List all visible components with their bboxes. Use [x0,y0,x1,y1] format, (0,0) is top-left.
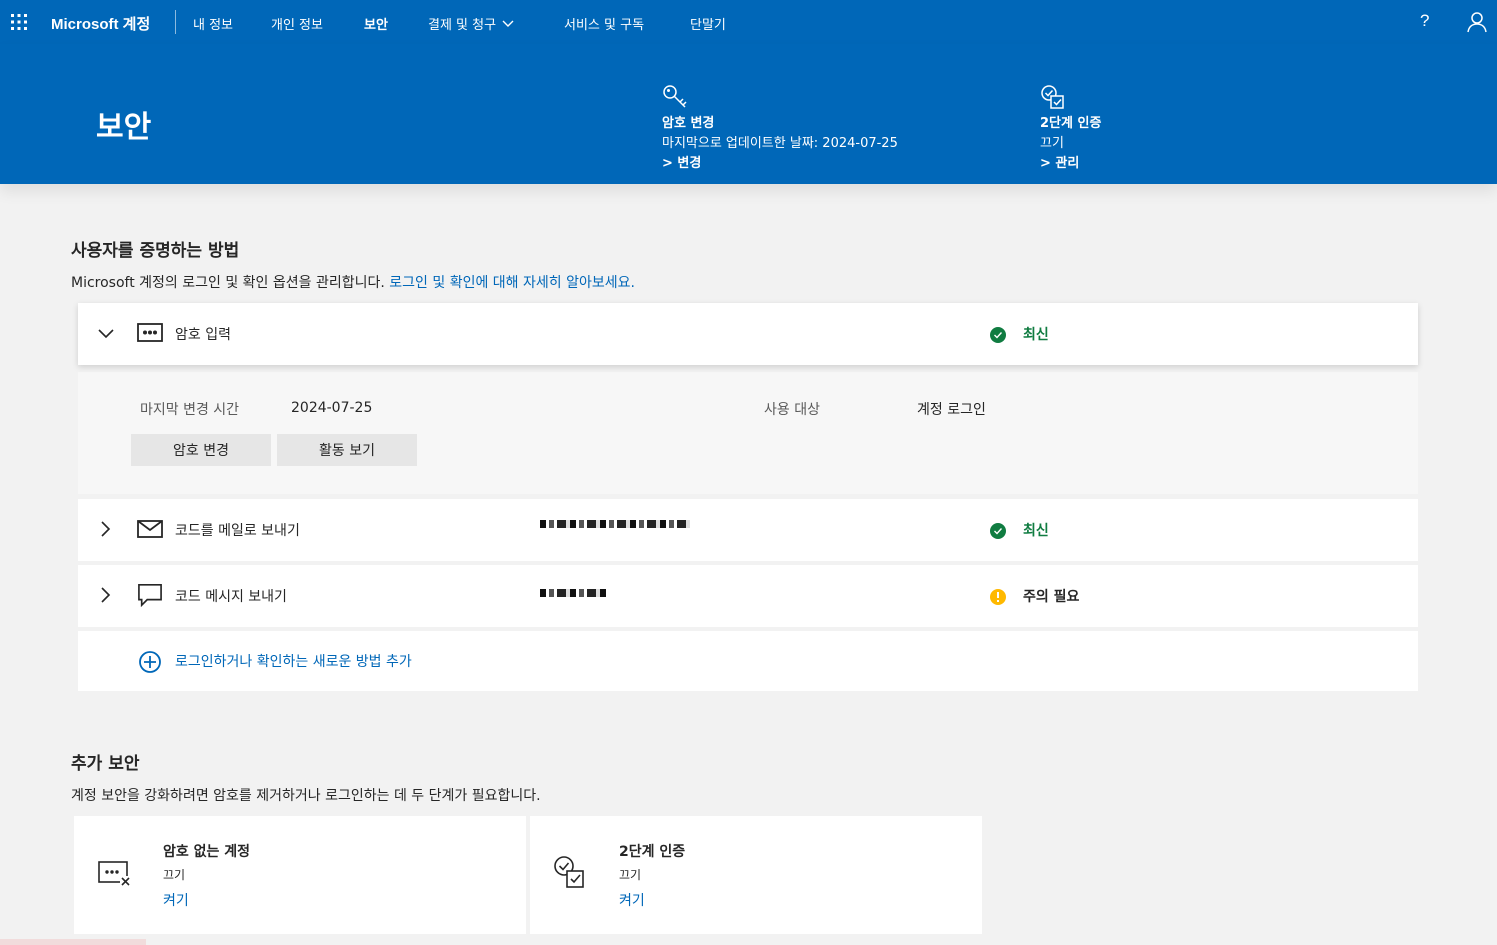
passwordless-icon [98,861,131,887]
view-activity-button[interactable]: 활동 보기 [277,434,417,466]
add-method-link[interactable]: 로그인하거나 확인하는 새로운 방법 추가 [175,651,412,671]
nav-my-info[interactable]: 내 정보 [193,14,233,33]
page-title: 보안 [96,110,152,145]
method-label: 코드 메시지 보내기 [175,589,287,605]
extra-security-title: 추가 보안 [71,754,140,774]
passwordless-card: 암호 없는 계정 끄기 켜기 [74,816,526,934]
extra-security-description: 계정 보안을 강화하려면 암호를 제거하거나 로그인하는 데 두 단계가 필요합… [71,788,541,804]
proof-section-description: Microsoft 계정의 로그인 및 확인 옵션을 관리합니다. 로그인 및 … [71,272,635,292]
brand-divider [175,10,176,34]
add-method-row[interactable]: 로그인하거나 확인하는 새로운 방법 추가 [78,631,1418,691]
method-row-email[interactable]: 코드를 메일로 보내기 최신 [78,499,1418,561]
add-circle-icon[interactable] [138,650,162,674]
method-label: 코드를 메일로 보내기 [175,523,300,539]
nav-privacy[interactable]: 개인 정보 [271,14,323,33]
last-changed-value: 2024-07-25 [291,400,373,416]
nav-payment-billing[interactable]: 결제 및 청구 [428,14,514,33]
password-dots-icon [137,323,163,342]
method-row-sms[interactable]: 코드 메시지 보내기 주의 필요 [78,565,1418,627]
chevron-down-icon [502,20,514,27]
turn-on-two-step-link[interactable]: 켜기 [619,890,645,910]
nav-services-subscriptions[interactable]: 서비스 및 구독 [564,14,644,33]
chevron-right-icon[interactable] [98,521,114,537]
status-text: 최신 [1023,327,1049,343]
redacted-email [540,520,690,528]
top-navigation: Microsoft 계정 내 정보 개인 정보 보안 결제 및 청구 서비스 및… [0,0,1497,44]
message-icon [138,584,162,607]
card-title: 암호 없는 계정 [163,844,251,860]
help-icon[interactable]: ? [1420,11,1438,33]
used-for-label: 사용 대상 [764,402,820,418]
password-details-panel: 마지막 변경 시간 2024-07-25 사용 대상 계정 로그인 암호 변경 … [78,372,1418,494]
password-last-updated: 마지막으로 업데이트한 날짜: 2024-07-25 [662,136,898,151]
status-warning-icon [990,589,1006,605]
security-hero-banner: 보안 암호 변경 마지막으로 업데이트한 날짜: 2024-07-25 > 변경… [0,44,1497,184]
two-step-verification-icon [1041,85,1064,109]
change-password-button[interactable]: 암호 변경 [131,434,271,466]
status-text: 최신 [1023,523,1049,539]
learn-more-link[interactable]: 로그인 및 확인에 대해 자세히 알아보세요. [389,275,635,291]
password-card-title: 암호 변경 [662,116,715,131]
bottom-accent-bar [0,939,146,945]
turn-on-passwordless-link[interactable]: 켜기 [163,890,189,910]
user-account-icon[interactable] [1466,11,1488,33]
nav-security[interactable]: 보안 [364,14,388,33]
nav-payment-label: 결제 및 청구 [428,18,497,33]
app-launcher-icon[interactable] [10,13,28,31]
card-status: 끄기 [619,868,642,882]
mail-icon [137,520,163,538]
two-step-card-title: 2단계 인증 [1040,116,1102,131]
proof-section-title: 사용자를 증명하는 방법 [71,241,240,261]
proof-description-text: Microsoft 계정의 로그인 및 확인 옵션을 관리합니다. [71,275,385,291]
password-change-link[interactable]: > 변경 [662,152,898,171]
two-step-manage-link[interactable]: > 관리 [1040,152,1101,171]
card-title: 2단계 인증 [619,844,686,860]
password-change-card: 암호 변경 마지막으로 업데이트한 날짜: 2024-07-25 > 변경 [662,84,898,171]
chevron-right-icon[interactable] [98,587,114,603]
brand-link[interactable]: Microsoft 계정 [51,13,150,34]
used-for-value: 계정 로그인 [917,402,986,418]
last-changed-label: 마지막 변경 시간 [140,402,240,418]
key-icon [663,85,687,108]
method-label: 암호 입력 [175,327,231,343]
two-step-card: 2단계 인증 끄기 > 관리 [1040,84,1101,171]
card-status: 끄기 [163,868,186,882]
two-step-status: 끄기 [1040,136,1064,151]
status-ok-icon [990,523,1006,539]
chevron-down-icon[interactable] [98,326,114,342]
nav-devices[interactable]: 단말기 [690,14,726,33]
status-ok-icon [990,327,1006,343]
two-step-verification-icon [554,856,584,888]
redacted-phone [540,589,606,597]
method-row-password[interactable]: 암호 입력 최신 [78,303,1418,365]
two-step-verification-card: 2단계 인증 끄기 켜기 [530,816,982,934]
status-text: 주의 필요 [1023,589,1080,605]
